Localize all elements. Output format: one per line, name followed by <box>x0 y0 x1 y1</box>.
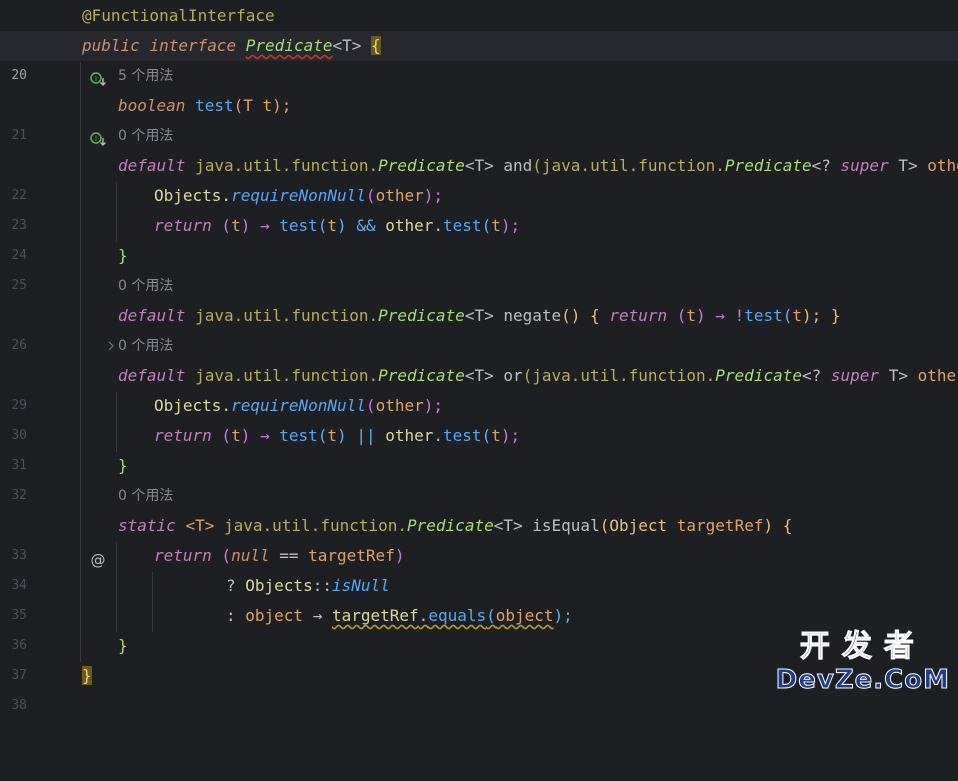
code-text[interactable]: default java.util.function.Predicate<T> … <box>118 361 958 391</box>
code-line-19[interactable]: 19 @FunctionalInterface <box>0 1 958 53</box>
code-text[interactable]: } <box>118 241 128 271</box>
code-line-32[interactable]: 32 } <box>0 451 958 503</box>
usage-hint[interactable]: 0 个用法 <box>0 121 958 151</box>
code-line-20[interactable]: 20 I public interface Predicate<T> { <box>0 31 958 86</box>
code-line-24[interactable]: 24 return (t) → test(t) && other.test(t)… <box>0 211 958 263</box>
code-text[interactable]: : object → targetRef.equals(object); <box>226 601 573 631</box>
implementation-down-arrow-icon[interactable]: I <box>32 38 106 86</box>
indent-guide <box>116 182 117 242</box>
code-text[interactable]: ? Objects::isNull <box>226 571 390 601</box>
code-text[interactable]: Objects.requireNonNull(other); <box>154 181 443 211</box>
usage-hint[interactable]: 0 个用法 <box>0 331 958 361</box>
code-text[interactable]: } <box>82 661 92 691</box>
code-line-25[interactable]: 25 } <box>0 241 958 293</box>
at-icon[interactable]: @ <box>32 518 105 569</box>
code-text[interactable]: public interface Predicate<T> { <box>82 31 381 61</box>
code-line-21[interactable]: 21 I boolean test(T t); <box>0 91 958 146</box>
indent-guide <box>116 392 117 452</box>
code-text[interactable]: default java.util.function.Predicate<T> … <box>118 301 841 331</box>
annotation-text[interactable]: @FunctionalInterface <box>82 1 275 31</box>
usage-hint[interactable]: 0 个用法 <box>0 271 958 301</box>
indent-guide <box>116 542 117 632</box>
indent-guide <box>152 572 153 632</box>
code-text[interactable]: boolean test(T t); <box>118 91 291 121</box>
usage-hint[interactable]: 0 个用法 <box>0 481 958 511</box>
code-line-22[interactable]: 22 default java.util.function.Predicate<… <box>0 151 958 203</box>
code-line-23[interactable]: 23 Objects.requireNonNull(other); <box>0 181 958 233</box>
line-number: 38 <box>11 698 27 713</box>
code-line-31[interactable]: 31 return (t) → test(t) || other.test(t)… <box>0 421 958 473</box>
indent-guide <box>80 62 81 662</box>
code-text[interactable]: default java.util.function.Predicate<T> … <box>118 151 958 181</box>
code-text[interactable]: return (t) → test(t) && other.test(t); <box>154 211 520 241</box>
code-line-34[interactable]: 34 return (null == targetRef) <box>0 541 958 593</box>
code-editor[interactable]: 19 @FunctionalInterface 20 I public inte… <box>0 0 958 713</box>
code-line-33[interactable]: 33 @ static <T> java.util.function.Predi… <box>0 511 958 569</box>
watermark-logo: 开发者 DevZe.CoM <box>775 621 950 696</box>
code-line-30[interactable]: 30 Objects.requireNonNull(other); <box>0 391 958 443</box>
code-text[interactable]: Objects.requireNonNull(other); <box>154 391 443 421</box>
usage-hint[interactable]: 5 个用法 <box>0 61 958 91</box>
code-line-35[interactable]: 35 ? Objects::isNull <box>0 571 958 623</box>
code-line-26[interactable]: 26 default java.util.function.Predicate<… <box>0 301 958 353</box>
implementation-down-arrow-icon[interactable]: I <box>32 98 106 146</box>
code-line-29[interactable]: 29 default java.util.function.Predicate<… <box>0 361 958 413</box>
code-text[interactable]: } <box>118 631 128 661</box>
watermark-en-text: DevZe.CoM <box>775 665 950 696</box>
code-text[interactable]: } <box>118 451 128 481</box>
watermark-cn-text: 开发者 <box>799 629 926 665</box>
code-text[interactable]: static <T> java.util.function.Predicate<… <box>118 511 792 541</box>
code-text[interactable]: return (t) → test(t) || other.test(t); <box>154 421 520 451</box>
code-text[interactable]: return (null == targetRef) <box>154 541 404 571</box>
